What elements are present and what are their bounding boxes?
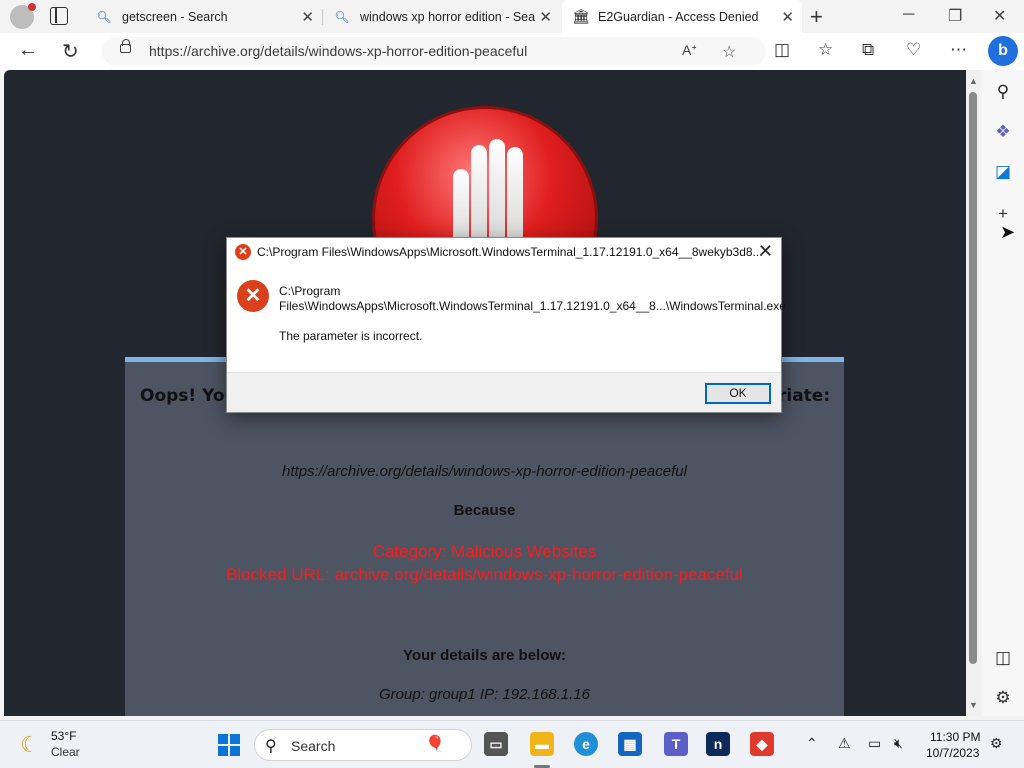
weather-temperature[interactable]: 53°F xyxy=(51,729,76,743)
close-tab-icon[interactable]: ✕ xyxy=(301,8,314,26)
clock-time[interactable]: 11:30 PM xyxy=(930,730,980,744)
dialog-message-line2: Files\WindowsApps\Microsoft.WindowsTermi… xyxy=(279,299,786,313)
refresh-icon[interactable]: ↻ xyxy=(62,39,79,64)
taskbar-search[interactable]: ⚲ Search 🎈 xyxy=(254,729,472,761)
profile-avatar[interactable] xyxy=(10,3,36,29)
restore-icon[interactable]: ❐ xyxy=(948,6,962,26)
browser-essentials-icon[interactable]: ♡ xyxy=(906,40,921,60)
heading-left: Oops! You xyxy=(140,386,237,406)
moon-weather-icon[interactable]: ☾ xyxy=(20,732,40,758)
remote-app-icon[interactable]: ◆ xyxy=(750,732,774,756)
error-icon: ✕ xyxy=(237,280,269,312)
dialog-close-icon[interactable]: ✕ xyxy=(758,241,773,262)
url-field[interactable]: https://archive.org/details/windows-xp-h… xyxy=(102,37,766,66)
taskbar: ☾ 53°F Clear ⚲ Search 🎈 ▭ ▬ e ▦ T n ◆ ⌃ … xyxy=(0,720,1024,768)
tab-divider xyxy=(322,9,323,25)
tab-actions-icon[interactable] xyxy=(50,7,68,25)
dialog-body: ✕ C:\Program Files\WindowsApps\Microsoft… xyxy=(227,266,786,372)
notifications-icon[interactable]: ⚙ xyxy=(990,735,1003,752)
search-icon: 🔍︎ xyxy=(334,9,350,24)
scroll-down-icon[interactable]: ▼ xyxy=(969,700,978,710)
url-text[interactable]: https://archive.org/details/windows-xp-h… xyxy=(149,43,527,59)
search-icon: 🔍︎ xyxy=(96,9,112,24)
tab-label: E2Guardian - Access Denied xyxy=(598,9,759,24)
split-screen-icon[interactable]: ◫ xyxy=(774,40,790,60)
page-scrollbar[interactable]: ▲ ▼ xyxy=(966,70,980,716)
dialog-title: C:\Program Files\WindowsApps\Microsoft.W… xyxy=(257,245,763,259)
volume-muted-icon[interactable]: 🔇︎ xyxy=(894,735,903,752)
tab-windows-xp-search[interactable]: 🔍︎ windows xp horror edition - Sea ✕ xyxy=(324,0,560,33)
dialog-titlebar[interactable]: ✕ C:\Program Files\WindowsApps\Microsoft… xyxy=(227,238,781,266)
network-warning-icon[interactable]: ⚠ xyxy=(838,735,851,752)
dialog-footer: OK xyxy=(227,372,781,412)
collections-icon[interactable]: ⧉ xyxy=(862,40,874,60)
address-bar-row: ← ↻ https://archive.org/details/windows-… xyxy=(0,33,1024,70)
tab-bar: 🔍︎ getscreen - Search ✕ 🔍︎ windows xp ho… xyxy=(0,0,1024,33)
search-icon[interactable]: ⚲ xyxy=(982,82,1024,102)
favorite-star-icon[interactable]: ☆ xyxy=(722,42,736,62)
display-icon[interactable]: ▭ xyxy=(868,735,881,752)
dialog-message-line1: C:\Program xyxy=(279,284,341,298)
archive-icon: 🏛︎ xyxy=(572,8,590,24)
add-app-icon[interactable]: + xyxy=(982,204,1024,224)
close-window-icon[interactable]: ✕ xyxy=(993,6,1006,26)
settings-gear-icon[interactable]: ⚙ xyxy=(982,688,1024,708)
details-heading: Your details are below: xyxy=(402,647,567,664)
scrollbar-thumb[interactable] xyxy=(969,92,977,664)
copilot-app-icon[interactable]: ❖ xyxy=(982,122,1024,142)
close-tab-icon[interactable]: ✕ xyxy=(539,8,552,26)
dialog-message: C:\Program Files\WindowsApps\Microsoft.W… xyxy=(279,284,786,314)
blocked-url-line: Blocked URL: archive.org/details/windows… xyxy=(226,565,743,584)
teams-icon[interactable]: T xyxy=(664,732,688,756)
blocked-url-text: https://archive.org/details/windows-xp-h… xyxy=(282,463,687,480)
outlook-icon[interactable]: ◪ xyxy=(982,162,1024,182)
clock-date[interactable]: 10/7/2023 xyxy=(926,746,979,760)
edge-sidebar: ⚲ ❖ ◪ + ◫ ⚙ xyxy=(982,70,1024,716)
because-label: Because xyxy=(453,502,516,519)
user-details: Group: group1 IP: 192.168.1.16 xyxy=(379,686,590,703)
tab-e2guardian-access-denied[interactable]: 🏛︎ E2Guardian - Access Denied ✕ xyxy=(562,0,802,33)
copilot-icon[interactable]: b xyxy=(988,36,1018,66)
tab-getscreen-search[interactable]: 🔍︎ getscreen - Search ✕ xyxy=(86,0,322,33)
tab-label: windows xp horror edition - Sea xyxy=(360,9,536,24)
new-tab-icon[interactable]: + xyxy=(810,4,823,30)
weather-condition[interactable]: Clear xyxy=(51,745,80,759)
search-highlight-icon: 🎈 xyxy=(425,736,445,753)
ok-button[interactable]: OK xyxy=(705,383,771,404)
favorites-icon[interactable]: ☆ xyxy=(818,40,833,60)
microsoft-store-icon[interactable]: ▦ xyxy=(618,732,642,756)
minimize-icon[interactable]: ─ xyxy=(903,6,914,24)
task-view-icon[interactable]: ▭ xyxy=(484,732,508,756)
file-explorer-icon[interactable]: ▬ xyxy=(530,732,554,756)
error-icon-small: ✕ xyxy=(235,244,251,260)
search-icon: ⚲ xyxy=(265,738,277,755)
lock-icon[interactable] xyxy=(120,39,131,53)
scroll-up-icon[interactable]: ▲ xyxy=(969,76,978,86)
windows-start-icon[interactable] xyxy=(218,734,240,756)
read-aloud-icon[interactable]: A͏ᐩ xyxy=(682,42,697,59)
edge-browser-icon[interactable]: e xyxy=(574,732,598,756)
close-tab-icon[interactable]: ✕ xyxy=(781,8,794,26)
more-options-icon[interactable]: ⋯ xyxy=(950,40,967,60)
heading-right: riate: xyxy=(778,386,831,406)
n-app-icon[interactable]: n xyxy=(706,732,730,756)
category-text: Category: Malicious Websites xyxy=(372,542,597,561)
sidebar-toggle-icon[interactable]: ◫ xyxy=(982,648,1024,668)
tab-label: getscreen - Search xyxy=(122,9,228,24)
mouse-cursor-icon: ➤ xyxy=(1000,222,1016,242)
back-arrow-icon[interactable]: ← xyxy=(18,39,38,62)
tray-overflow-icon[interactable]: ⌃ xyxy=(806,735,818,752)
dialog-detail: The parameter is incorrect. xyxy=(279,329,423,343)
error-dialog: ✕ C:\Program Files\WindowsApps\Microsoft… xyxy=(226,237,786,413)
search-label: Search xyxy=(291,738,336,754)
